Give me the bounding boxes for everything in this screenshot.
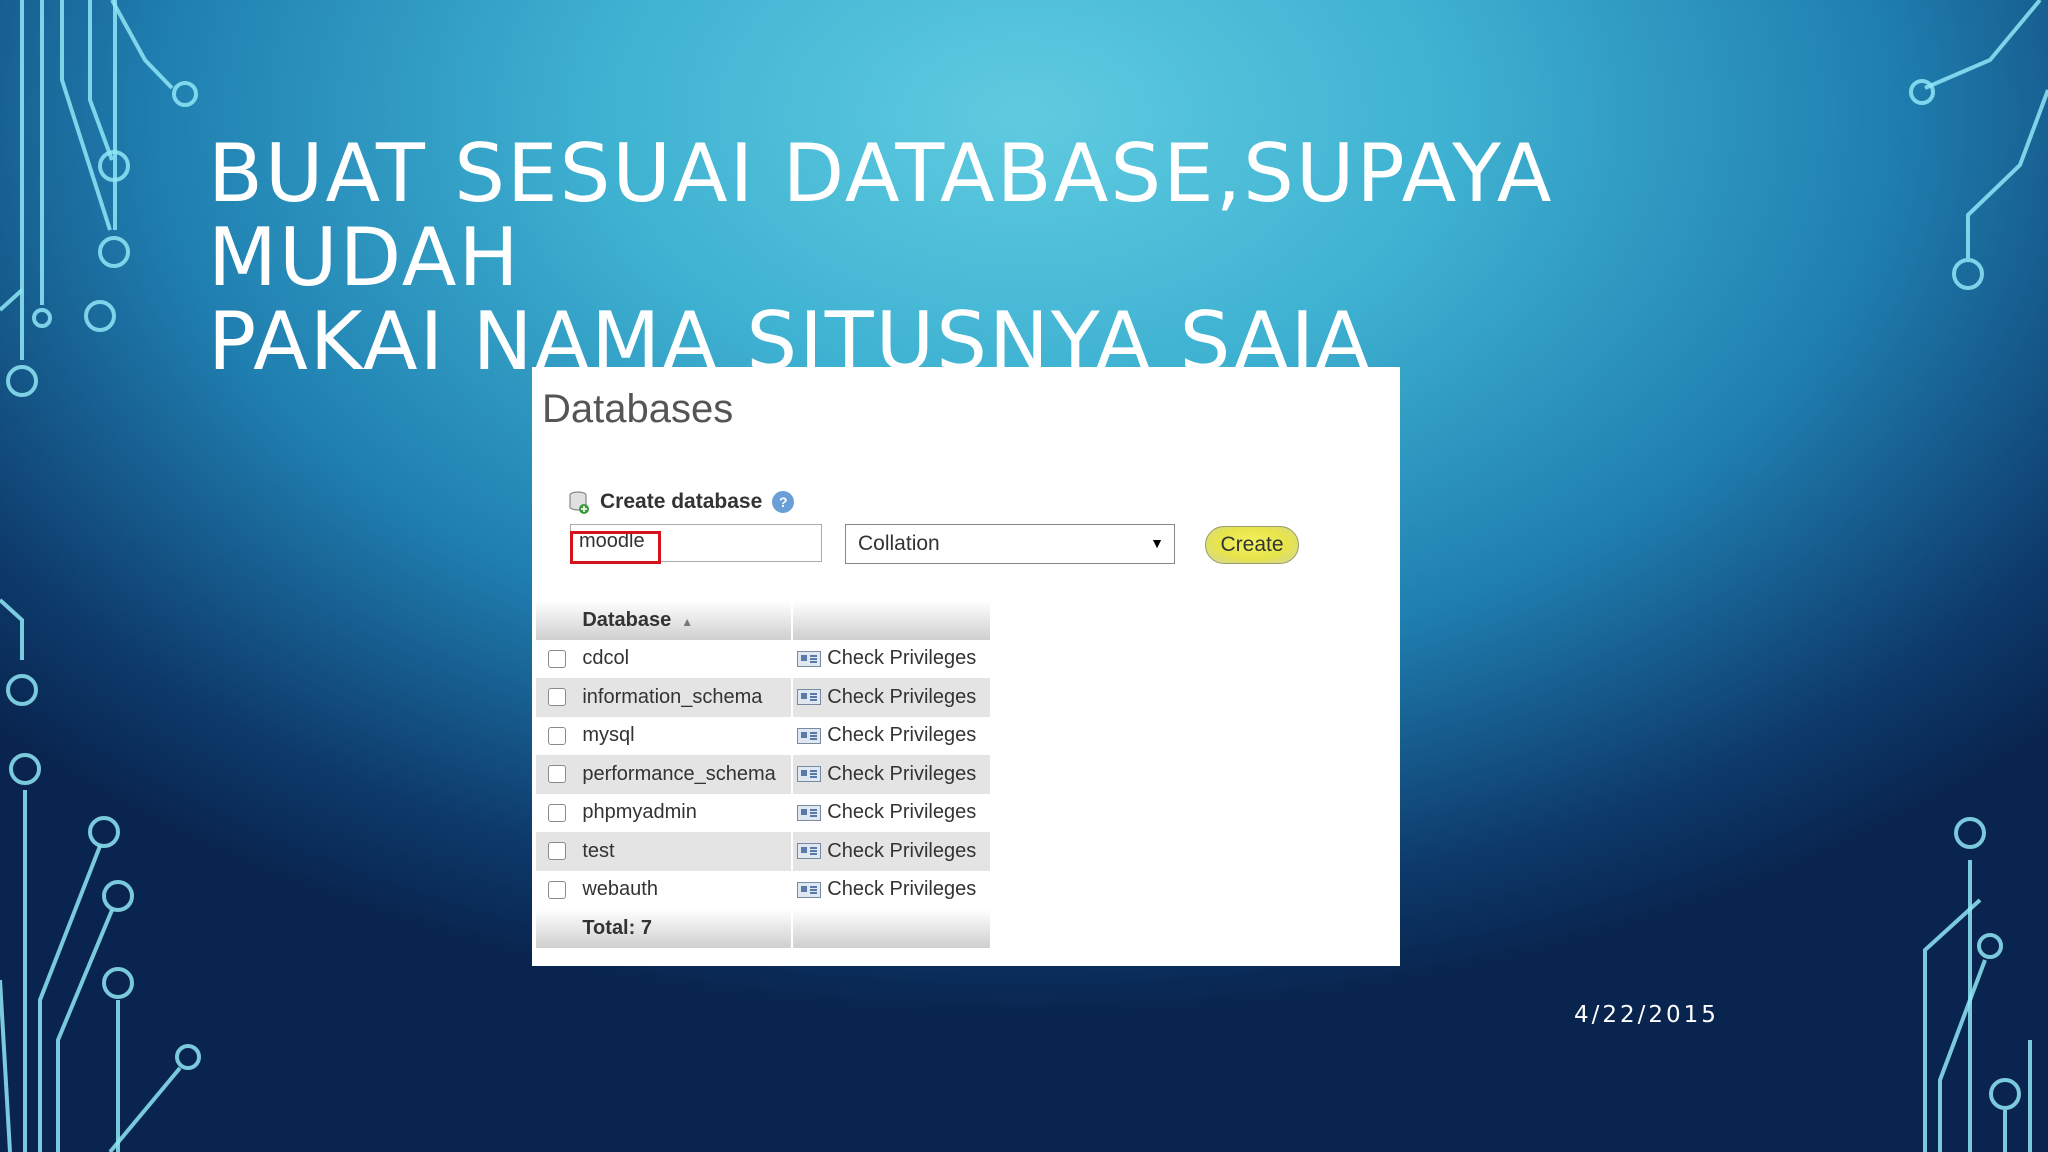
table-row: performance_schema Check Privileges	[536, 755, 990, 794]
check-privileges-label: Check Privileges	[827, 647, 977, 670]
check-privileges-link[interactable]: Check Privileges	[792, 717, 990, 756]
databases-screenshot: Databases Create database ? moodle Colla…	[532, 367, 1400, 966]
total-row: Total: 7	[536, 909, 990, 948]
check-privileges-label: Check Privileges	[827, 801, 977, 824]
row-checkbox[interactable]	[548, 649, 567, 668]
database-column-header[interactable]: Database ▲	[578, 601, 794, 640]
row-checkbox[interactable]	[548, 726, 567, 745]
check-privileges-icon	[797, 727, 822, 744]
table-row: phpmyadmin Check Privileges	[536, 793, 990, 833]
databases-heading: Databases	[542, 387, 734, 431]
database-name[interactable]: mysql	[578, 716, 794, 755]
check-privileges-label: Check Privileges	[827, 839, 977, 862]
dropdown-arrow-icon: ▼	[1150, 535, 1164, 551]
check-privileges-link[interactable]: Check Privileges	[792, 678, 990, 717]
database-table: Database ▲ cdcol Check Privileges informa…	[536, 601, 990, 948]
database-add-icon	[568, 489, 590, 515]
slide-title-line-1: BUAT SESUAI DATABASE,SUPAYA MUDAH	[208, 127, 1554, 304]
database-name[interactable]: cdcol	[578, 639, 794, 678]
privileges-column-header	[792, 601, 990, 640]
row-checkbox[interactable]	[548, 842, 567, 861]
check-privileges-icon	[797, 881, 822, 898]
row-checkbox[interactable]	[548, 803, 567, 822]
row-checkbox[interactable]	[548, 765, 567, 784]
table-row: test Check Privileges	[536, 832, 990, 871]
database-name[interactable]: information_schema	[578, 678, 794, 717]
create-button[interactable]: Create	[1205, 526, 1299, 564]
sort-ascending-icon: ▲	[681, 614, 694, 629]
check-privileges-link[interactable]: Check Privileges	[792, 640, 990, 679]
check-privileges-link[interactable]: Check Privileges	[792, 871, 990, 910]
database-column-label: Database	[582, 608, 672, 631]
table-row: webauth Check Privileges	[536, 870, 990, 910]
row-checkbox[interactable]	[548, 688, 567, 707]
check-privileges-icon	[797, 766, 822, 783]
slide-date: 4/22/2015	[1574, 1002, 1719, 1028]
check-privileges-icon	[797, 804, 822, 821]
create-database-label: Create database	[600, 490, 763, 513]
check-privileges-link[interactable]: Check Privileges	[792, 832, 990, 871]
check-privileges-link[interactable]: Check Privileges	[792, 755, 990, 794]
help-icon[interactable]: ?	[772, 491, 795, 513]
collation-label: Collation	[858, 532, 940, 555]
database-name[interactable]: test	[578, 832, 794, 871]
database-name[interactable]: performance_schema	[578, 755, 794, 794]
header-checkbox-cell	[536, 601, 579, 640]
name-highlight-box	[570, 531, 661, 564]
check-privileges-label: Check Privileges	[827, 878, 977, 901]
check-privileges-label: Check Privileges	[827, 685, 977, 708]
slide-title: BUAT SESUAI DATABASE,SUPAYA MUDAH PAKAI …	[208, 132, 1848, 384]
database-name[interactable]: webauth	[578, 870, 794, 909]
create-database-row: Create database ?	[568, 487, 795, 517]
check-privileges-icon	[797, 650, 822, 667]
check-privileges-label: Check Privileges	[827, 724, 977, 747]
row-checkbox[interactable]	[548, 880, 567, 899]
check-privileges-icon	[797, 843, 822, 860]
table-row: cdcol Check Privileges	[536, 639, 990, 679]
table-row: information_schema Check Privileges	[536, 678, 990, 717]
check-privileges-link[interactable]: Check Privileges	[792, 794, 990, 833]
check-privileges-label: Check Privileges	[827, 762, 977, 785]
collation-select[interactable]: Collation ▼	[845, 524, 1175, 564]
database-name[interactable]: phpmyadmin	[578, 793, 794, 832]
total-count: Total: 7	[578, 909, 794, 948]
check-privileges-icon	[797, 689, 822, 706]
table-row: mysql Check Privileges	[536, 716, 990, 756]
